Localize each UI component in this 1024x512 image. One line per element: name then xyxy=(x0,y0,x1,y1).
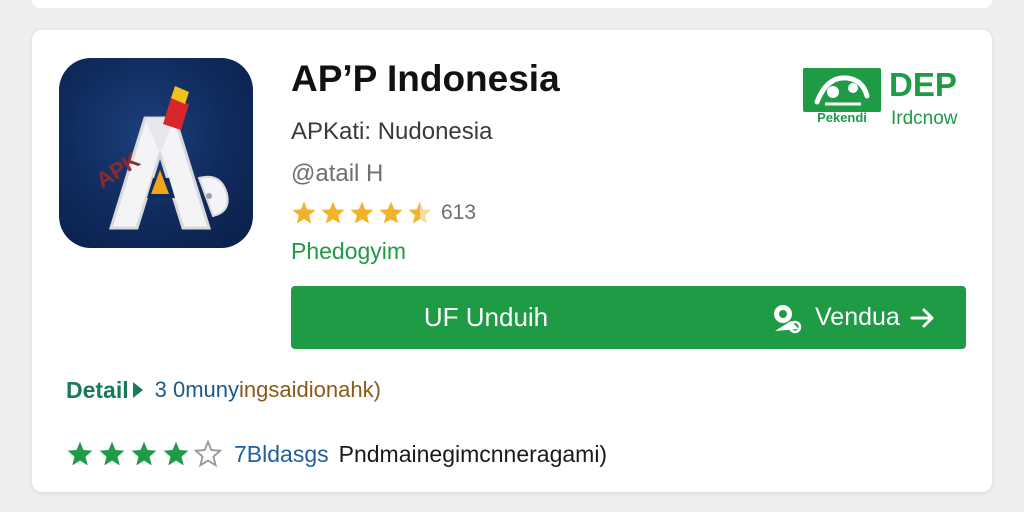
star-icon xyxy=(350,201,374,224)
rating-stars xyxy=(291,200,433,226)
publisher-emblem-icon xyxy=(803,68,881,112)
download-label: UF Unduih xyxy=(423,302,549,332)
rating-row: 613 xyxy=(291,200,476,226)
app-logo-icon: APK xyxy=(91,86,229,230)
star-icon xyxy=(163,441,189,466)
details-text-secondary: ingsaidionahk) xyxy=(239,377,381,402)
details-row[interactable]: Detail 3 0muny ingsaidionahk) xyxy=(66,375,381,405)
vendor-label: Vendua xyxy=(815,303,900,331)
developer-handle[interactable]: @atail H xyxy=(291,160,383,188)
publisher-caption-left: Pekendi xyxy=(817,110,867,125)
vendor-link[interactable]: Vendua xyxy=(769,286,936,349)
review-label: 7Bldasgs xyxy=(234,440,329,467)
review-stars xyxy=(66,440,226,468)
previous-card-edge xyxy=(32,0,992,8)
publisher-caption-right: Irdcnow xyxy=(891,108,958,129)
app-title: AP’P Indonesia xyxy=(291,58,560,99)
publisher-name: DEP xyxy=(889,66,957,103)
star-icon xyxy=(99,441,125,466)
arrow-right-icon xyxy=(910,308,934,327)
app-icon[interactable]: APK xyxy=(59,58,253,248)
star-icon xyxy=(321,201,345,224)
star-icon xyxy=(131,441,157,466)
details-text-primary: 3 0muny xyxy=(154,377,240,402)
app-card: APK AP’P Indonesia APKati: Nudonesia @at… xyxy=(32,30,992,492)
star-icon xyxy=(408,201,432,224)
caret-right-icon xyxy=(132,382,143,398)
gear-pin-icon xyxy=(774,304,802,333)
rating-count: 613 xyxy=(441,201,477,224)
details-label: Detail xyxy=(66,376,129,403)
app-subtitle: APKati: Nudonesia xyxy=(291,118,493,145)
app-category[interactable]: Phedogyim xyxy=(291,238,406,265)
star-icon xyxy=(379,201,403,224)
star-icon xyxy=(292,201,316,224)
star-outline-icon xyxy=(194,440,222,468)
download-button[interactable]: UF Unduih Vendua xyxy=(291,286,966,349)
star-icon xyxy=(67,441,93,466)
review-text: Pndmainegimcnneragami) xyxy=(338,440,608,467)
review-row[interactable]: 7Bldasgs Pndmainegimcnneragami) xyxy=(66,438,607,470)
publisher-badge: DEP Pekendi Irdcnow xyxy=(803,66,973,129)
